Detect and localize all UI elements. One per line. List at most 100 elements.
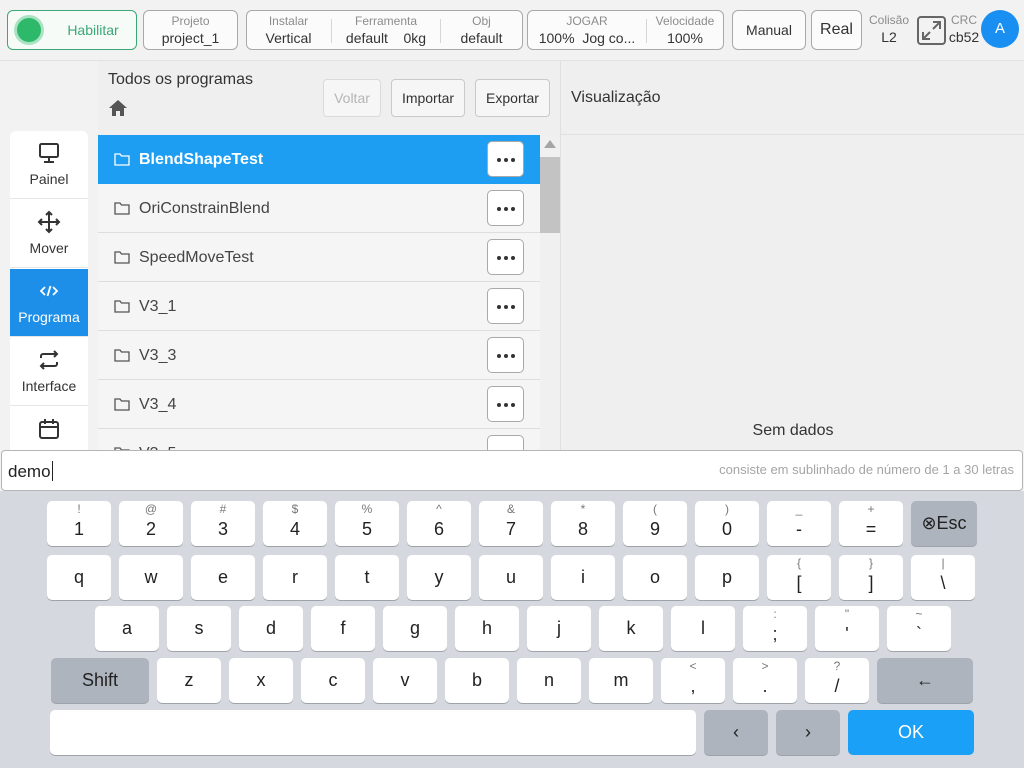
key-char: 2 <box>145 519 156 539</box>
backspace-key[interactable]: ← <box>877 658 973 703</box>
key-4[interactable]: $4 <box>263 501 327 546</box>
key-5[interactable]: % 5 <box>335 501 399 546</box>
program-row[interactable]: V3_3 <box>98 331 540 380</box>
key-f[interactable]: f <box>311 606 375 651</box>
key-w[interactable]: w <box>119 555 183 600</box>
back-button[interactable]: Voltar <box>323 79 381 117</box>
expand-collapse-icon[interactable] <box>917 16 946 45</box>
key-s[interactable]: s <box>167 606 231 651</box>
key-char: [ <box>796 573 802 593</box>
key-8[interactable]: * 8 <box>551 501 615 546</box>
nav-item-mover[interactable]: Mover <box>10 200 88 268</box>
key-2[interactable]: @2 <box>119 501 183 546</box>
key-minus[interactable]: _ - <box>767 501 831 546</box>
key-r[interactable]: r <box>263 555 327 600</box>
key-u[interactable]: u <box>479 555 543 600</box>
list-scrollbar[interactable] <box>540 135 560 450</box>
key-7[interactable]: & 7 <box>479 501 543 546</box>
key-1[interactable]: ! 1 <box>47 501 111 546</box>
real-mode-button[interactable]: Real <box>811 10 862 50</box>
home-icon[interactable] <box>108 98 128 118</box>
program-row[interactable]: V3_4 <box>98 380 540 429</box>
key-9[interactable]: (9 <box>623 501 687 546</box>
cursor-left-key[interactable]: ‹ <box>704 710 768 755</box>
key-x[interactable]: x <box>229 658 293 703</box>
key-k[interactable]: k <box>599 606 663 651</box>
key-comma[interactable]: <, <box>661 658 725 703</box>
key-n[interactable]: n <box>517 658 581 703</box>
key-q[interactable]: q <box>47 555 111 600</box>
project-selector[interactable]: Projeto project_1 <box>143 10 238 50</box>
key-j[interactable]: j <box>527 606 591 651</box>
shift-key[interactable]: Shift <box>51 658 149 703</box>
speed-segment[interactable]: Velocidade 100% <box>647 11 723 49</box>
key-quote[interactable]: " ' <box>815 606 879 651</box>
program-row[interactable]: V3_1 <box>98 282 540 331</box>
key-0[interactable]: ) 0 <box>695 501 759 546</box>
space-key[interactable] <box>50 710 696 755</box>
installation-tool-object-panel[interactable]: Instalar Vertical Ferramenta default 0kg… <box>246 10 523 50</box>
key-o[interactable]: o <box>623 555 687 600</box>
program-row[interactable]: OriConstrainBlend <box>98 184 540 233</box>
key-p[interactable]: p <box>695 555 759 600</box>
key-char: 0 <box>721 519 732 539</box>
tool-load: 0kg <box>403 30 427 46</box>
key-t[interactable]: t <box>335 555 399 600</box>
manual-mode-button[interactable]: Manual <box>732 10 806 50</box>
key-m[interactable]: m <box>589 658 653 703</box>
key-e[interactable]: e <box>191 555 255 600</box>
tool-segment[interactable]: Ferramenta default 0kg <box>332 11 440 49</box>
key-3[interactable]: #3 <box>191 501 255 546</box>
nav-item-programa[interactable]: Programa <box>10 269 88 337</box>
user-avatar[interactable]: A <box>981 10 1019 48</box>
jog-speed-panel[interactable]: JOGAR 100% Jog co... Velocidade 100% <box>527 10 724 50</box>
key-left-bracket[interactable]: {[ <box>767 555 831 600</box>
key-d[interactable]: d <box>239 606 303 651</box>
key-l[interactable]: l <box>671 606 735 651</box>
key-c[interactable]: c <box>301 658 365 703</box>
key-y[interactable]: y <box>407 555 471 600</box>
nav-item-interface[interactable]: Interface <box>10 338 88 406</box>
more-options-button[interactable] <box>487 190 524 226</box>
scroll-up-icon[interactable] <box>544 140 556 148</box>
key-semicolon[interactable]: :; <box>743 606 807 651</box>
install-segment[interactable]: Instalar Vertical <box>247 11 330 49</box>
more-options-button[interactable] <box>487 141 524 177</box>
more-options-button[interactable] <box>487 288 524 324</box>
program-list[interactable]: BlendShapeTest OriConstrainBlend SpeedMo… <box>98 135 540 450</box>
import-button[interactable]: Importar <box>391 79 465 117</box>
key-b[interactable]: b <box>445 658 509 703</box>
esc-key[interactable]: ⊗Esc <box>911 501 977 546</box>
more-options-button[interactable] <box>487 435 524 450</box>
program-row[interactable]: BlendShapeTest <box>98 135 540 184</box>
more-options-button[interactable] <box>487 239 524 275</box>
key-i[interactable]: i <box>551 555 615 600</box>
ok-button[interactable]: OK <box>848 710 974 755</box>
key-v[interactable]: v <box>373 658 437 703</box>
program-row[interactable]: V3_5 <box>98 429 540 450</box>
program-row[interactable]: SpeedMoveTest <box>98 233 540 282</box>
object-segment[interactable]: Obj default <box>441 11 522 49</box>
key-period[interactable]: >. <box>733 658 797 703</box>
scroll-thumb[interactable] <box>540 157 560 233</box>
key-backslash[interactable]: | \ <box>911 555 975 600</box>
nav-item-schedule[interactable] <box>10 407 88 450</box>
cursor-right-key[interactable]: › <box>776 710 840 755</box>
key-g[interactable]: g <box>383 606 447 651</box>
more-options-button[interactable] <box>487 386 524 422</box>
nav-item-painel[interactable]: Painel <box>10 131 88 199</box>
key-slash[interactable]: ? / <box>805 658 869 703</box>
key-equals[interactable]: + = <box>839 501 903 546</box>
key-backtick[interactable]: ~ ` <box>887 606 951 651</box>
program-name-input[interactable]: demo consiste em sublinhado de número de… <box>1 450 1023 491</box>
key-a[interactable]: a <box>95 606 159 651</box>
enable-button[interactable]: Habilitar <box>7 10 137 50</box>
more-options-button[interactable] <box>487 337 524 373</box>
key-right-bracket[interactable]: }] <box>839 555 903 600</box>
jog-segment[interactable]: JOGAR 100% Jog co... <box>528 11 646 49</box>
key-z[interactable]: z <box>157 658 221 703</box>
collision-level[interactable]: Colisão L2 <box>868 14 910 46</box>
key-h[interactable]: h <box>455 606 519 651</box>
export-button[interactable]: Exportar <box>475 79 550 117</box>
key-6[interactable]: ^ 6 <box>407 501 471 546</box>
